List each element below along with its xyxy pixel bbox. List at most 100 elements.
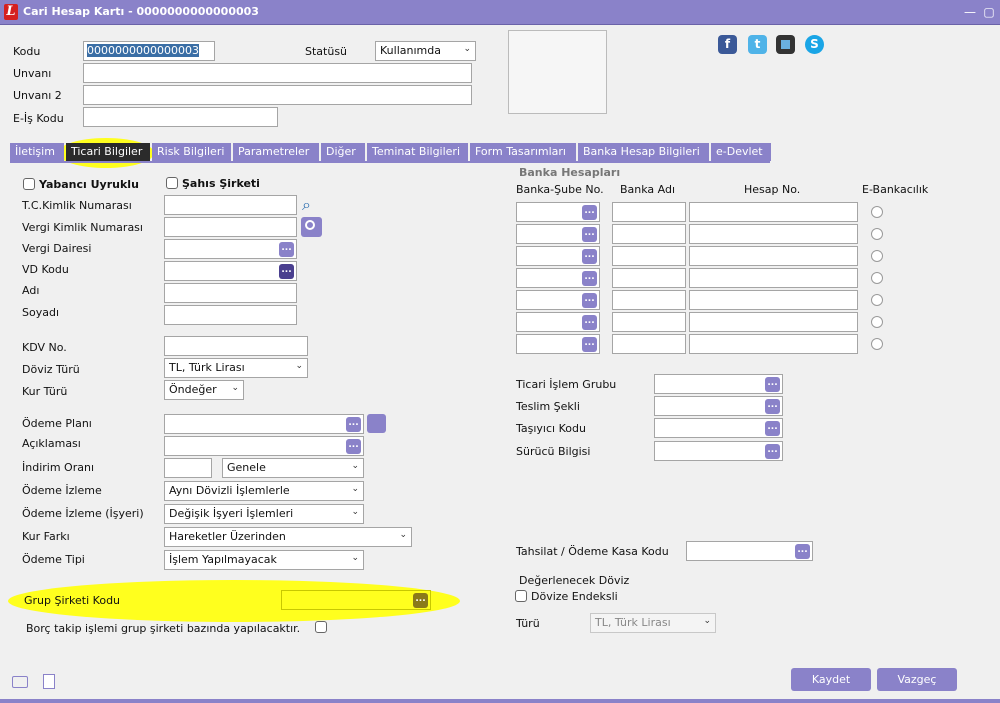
twitter-icon[interactable]: t — [748, 35, 767, 54]
bank-adi-input[interactable] — [612, 224, 686, 244]
eis-kodu-input[interactable] — [83, 107, 278, 127]
bank-adi-input[interactable] — [612, 268, 686, 288]
lookup-dots-icon[interactable]: ... — [582, 315, 597, 330]
odeme-tipi-select[interactable]: İşlem Yapılmayacak ⌄ — [164, 550, 364, 570]
kur-farki-select[interactable]: Hareketler Üzerinden ⌄ — [164, 527, 412, 547]
statusu-select[interactable]: Kullanımda ⌄ — [375, 41, 476, 61]
ticari-islem-input[interactable]: ... — [654, 374, 783, 394]
bank-adi-input[interactable] — [612, 290, 686, 310]
odeme-plani-extra-button[interactable] — [367, 414, 386, 433]
odeme-izleme-isyeri-select[interactable]: Değişik İşyeri İşlemleri ⌄ — [164, 504, 364, 524]
photo-box[interactable] — [508, 30, 607, 114]
minimize-icon[interactable]: — — [962, 4, 978, 20]
lookup-dots-icon[interactable]: ... — [582, 271, 597, 286]
unvani2-input[interactable] — [83, 85, 472, 105]
tab-parametreler[interactable]: Parametreler — [233, 143, 319, 161]
bank-adi-input[interactable] — [612, 312, 686, 332]
lookup-dots-icon[interactable]: ... — [346, 417, 361, 432]
document-icon[interactable] — [43, 674, 55, 689]
kodu-input[interactable]: 0000000000000003 — [83, 41, 215, 61]
bank-sube-input[interactable]: ... — [516, 312, 600, 332]
hesap-no-input[interactable] — [689, 202, 858, 222]
hesap-no-input[interactable] — [689, 246, 858, 266]
adi-input[interactable] — [164, 283, 297, 303]
lookup-dots-icon[interactable]: ... — [582, 205, 597, 220]
grup-sirketi-input[interactable]: ... — [281, 590, 431, 610]
hesap-no-input[interactable] — [689, 334, 858, 354]
lookup-dots-icon[interactable]: ... — [582, 227, 597, 242]
e-bankacilik-radio[interactable] — [871, 316, 883, 328]
e-bankacilik-radio[interactable] — [871, 294, 883, 306]
search-icon[interactable]: ⌕ — [302, 196, 320, 214]
lookup-dots-icon[interactable]: ... — [765, 444, 780, 459]
sahis-sirketi-checkbox[interactable] — [166, 177, 178, 189]
lookup-dots-icon[interactable]: ... — [765, 377, 780, 392]
e-bankacilik-radio[interactable] — [871, 250, 883, 262]
bank-adi-input[interactable] — [612, 246, 686, 266]
bank-adi-input[interactable] — [612, 202, 686, 222]
lookup-dots-icon[interactable]: ... — [765, 399, 780, 414]
lookup-dots-icon[interactable]: ... — [346, 439, 361, 454]
maximize-icon[interactable]: ▢ — [981, 4, 997, 20]
bank-sube-input[interactable]: ... — [516, 246, 600, 266]
kur-turu-select[interactable]: Öndeğer ⌄ — [164, 380, 244, 400]
book-icon[interactable] — [12, 676, 28, 688]
tc-kimlik-input[interactable] — [164, 195, 297, 215]
tab-ticari-bilgiler[interactable]: Ticari Bilgiler — [66, 143, 150, 161]
surucu-bilgisi-input[interactable]: ... — [654, 441, 783, 461]
lookup-dots-icon[interactable]: ... — [413, 593, 428, 608]
lookup-dots-icon[interactable]: ... — [582, 293, 597, 308]
kdv-no-input[interactable] — [164, 336, 308, 356]
bank-sube-input[interactable]: ... — [516, 268, 600, 288]
odeme-izleme-select[interactable]: Aynı Dövizli İşlemlerle ⌄ — [164, 481, 364, 501]
bank-sube-input[interactable]: ... — [516, 202, 600, 222]
teslim-sekli-input[interactable]: ... — [654, 396, 783, 416]
bank-adi-input[interactable] — [612, 334, 686, 354]
tahsilat-kasa-input[interactable]: ... — [686, 541, 813, 561]
dovize-endeksli-checkbox[interactable] — [515, 590, 527, 602]
doviz-turu-select[interactable]: TL, Türk Lirası ⌄ — [164, 358, 308, 378]
gear-search-icon[interactable] — [301, 217, 322, 237]
unvani-input[interactable] — [83, 63, 472, 83]
bank-sube-input[interactable]: ... — [516, 224, 600, 244]
hesap-no-input[interactable] — [689, 268, 858, 288]
turu-select[interactable]: TL, Türk Lirası ⌄ — [590, 613, 716, 633]
tasiyici-kodu-input[interactable]: ... — [654, 418, 783, 438]
indirim-select[interactable]: Genele ⌄ — [222, 458, 364, 478]
borc-takip-checkbox[interactable] — [315, 621, 327, 633]
yabanci-uyruklu-checkbox[interactable] — [23, 178, 35, 190]
bank-sube-input[interactable]: ... — [516, 290, 600, 310]
tab-form-tasarimlari[interactable]: Form Tasarımları — [470, 143, 576, 161]
odeme-plani-input[interactable]: ... — [164, 414, 364, 434]
hesap-no-input[interactable] — [689, 290, 858, 310]
tab-diger[interactable]: Diğer — [321, 143, 365, 161]
hesap-no-input[interactable] — [689, 224, 858, 244]
lookup-dots-icon[interactable]: ... — [582, 337, 597, 352]
aciklamasi-input[interactable]: ... — [164, 436, 364, 456]
vd-kodu-input[interactable]: ... — [164, 261, 297, 281]
tab-e-devlet[interactable]: e-Devlet — [711, 143, 771, 161]
tab-teminat-bilgileri[interactable]: Teminat Bilgileri — [367, 143, 468, 161]
lookup-dots-icon[interactable]: ... — [795, 544, 810, 559]
e-bankacilik-radio[interactable] — [871, 272, 883, 284]
e-bankacilik-radio[interactable] — [871, 206, 883, 218]
vazgec-button[interactable]: Vazgeç — [877, 668, 957, 691]
lookup-dots-icon[interactable]: ... — [279, 242, 294, 257]
linkedin-icon[interactable] — [776, 35, 795, 54]
indirim-orani-input[interactable] — [164, 458, 212, 478]
bank-sube-input[interactable]: ... — [516, 334, 600, 354]
tab-banka-hesap-bilgileri[interactable]: Banka Hesap Bilgileri — [578, 143, 709, 161]
tab-risk-bilgileri[interactable]: Risk Bilgileri — [152, 143, 231, 161]
lookup-dots-icon[interactable]: ... — [279, 264, 294, 279]
e-bankacilik-radio[interactable] — [871, 338, 883, 350]
lookup-dots-icon[interactable]: ... — [765, 421, 780, 436]
vergi-dairesi-input[interactable]: ... — [164, 239, 297, 259]
kaydet-button[interactable]: Kaydet — [791, 668, 871, 691]
e-bankacilik-radio[interactable] — [871, 228, 883, 240]
skype-icon[interactable]: S — [805, 35, 824, 54]
lookup-dots-icon[interactable]: ... — [582, 249, 597, 264]
vergi-kimlik-input[interactable] — [164, 217, 297, 237]
soyadi-input[interactable] — [164, 305, 297, 325]
tab-iletisim[interactable]: İletişim — [10, 143, 64, 161]
facebook-icon[interactable]: f — [718, 35, 737, 54]
